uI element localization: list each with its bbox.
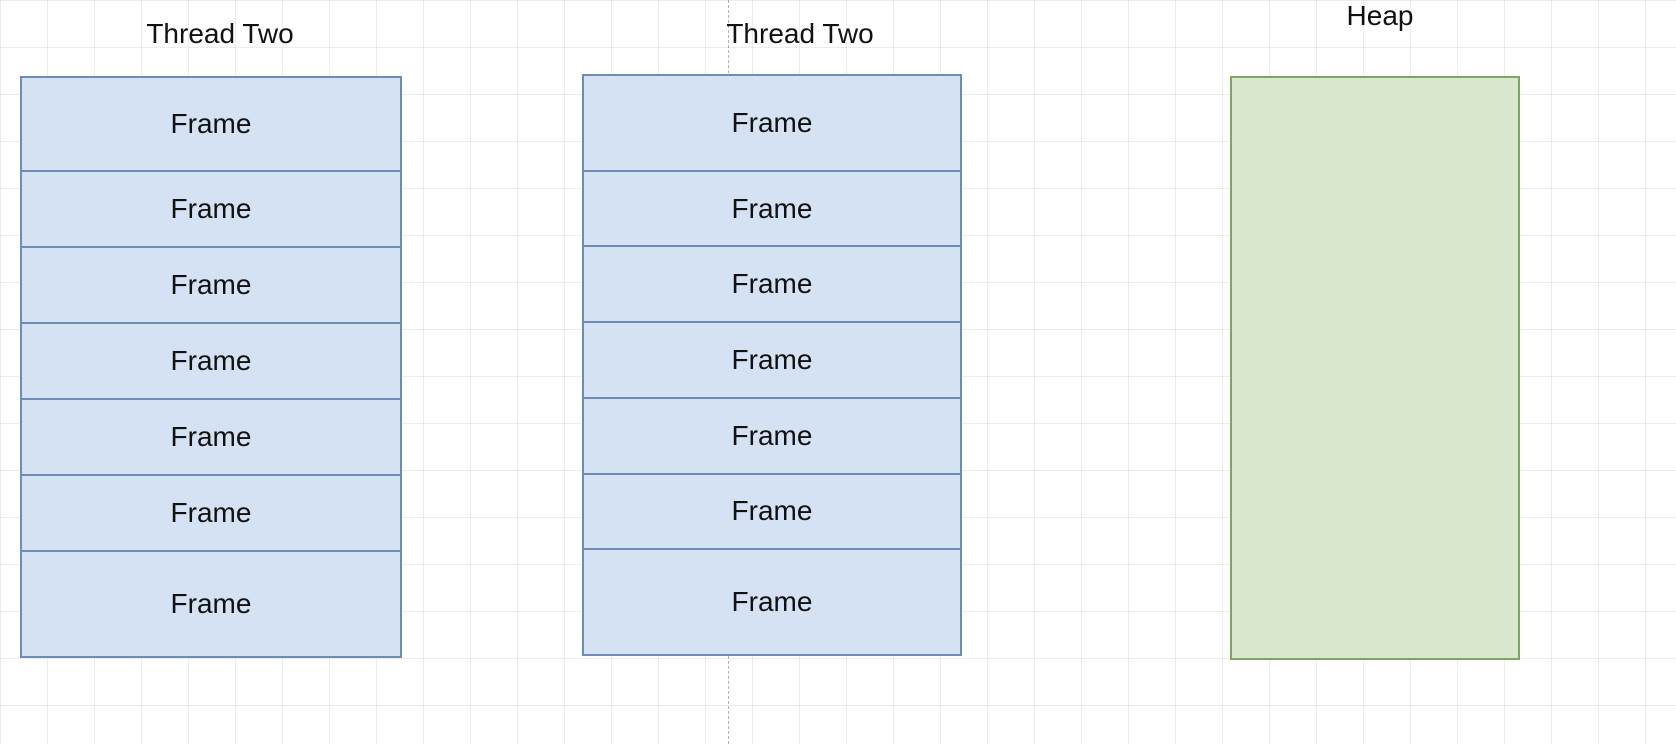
stack-frame: Frame [22,322,400,398]
stack-frame: Frame [22,474,400,550]
thread-two-stack: Frame Frame Frame Frame Frame Frame Fram… [582,74,962,656]
thread-one-stack: Frame Frame Frame Frame Frame Frame Fram… [20,76,402,658]
heap-box [1230,76,1520,660]
stack-frame: Frame [584,170,960,246]
stack-frame: Frame [22,170,400,246]
stack-frame: Frame [584,397,960,473]
stack-frame: Frame [584,321,960,397]
stack-frame: Frame [584,76,960,170]
stack-frame: Frame [584,245,960,321]
stack-frame: Frame [584,548,960,654]
stack-frame: Frame [584,473,960,549]
stack-frame: Frame [22,78,400,170]
stack-frame: Frame [22,398,400,474]
stack-frame: Frame [22,550,400,656]
stack-frame: Frame [22,246,400,322]
thread-two-label: Thread Two [700,18,900,50]
heap-label: Heap [1320,0,1440,32]
thread-one-label: Thread Two [120,18,320,50]
